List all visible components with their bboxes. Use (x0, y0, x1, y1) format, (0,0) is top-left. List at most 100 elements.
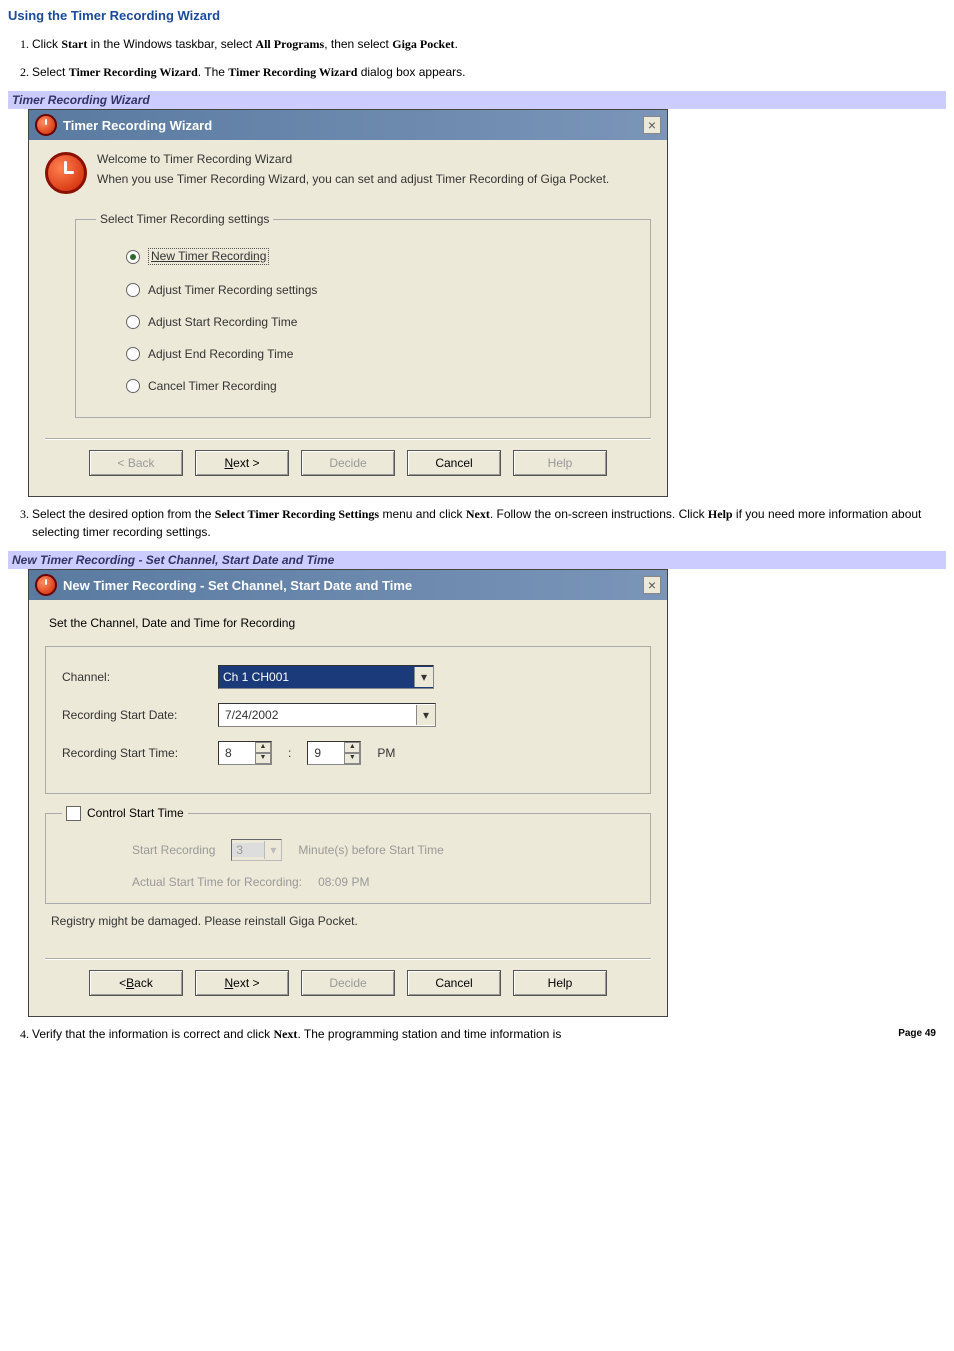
spin-down-icon[interactable]: ▼ (344, 753, 360, 764)
dialog-timer-recording-wizard: Timer Recording Wizard × Welcome to Time… (28, 109, 668, 497)
minute-spinner[interactable]: 9 ▲▼ (307, 741, 361, 765)
radio-label: Adjust End Recording Time (148, 347, 293, 361)
spin-up-icon[interactable]: ▲ (255, 742, 271, 753)
hour-spinner[interactable]: 8 ▲▼ (218, 741, 272, 765)
figure-caption-2: New Timer Recording - Set Channel, Start… (8, 551, 946, 569)
dialog-title: Timer Recording Wizard (63, 118, 212, 133)
chevron-down-icon: ▾ (264, 841, 281, 859)
section-heading: Using the Timer Recording Wizard (8, 8, 946, 23)
minutes-before-suffix: Minute(s) before Start Time (298, 843, 443, 857)
text: dialog box appears. (357, 65, 465, 79)
back-button: < Back (89, 450, 183, 476)
steps-list: Click Start in the Windows taskbar, sele… (32, 35, 946, 81)
text-bold: Next (273, 1027, 297, 1041)
text-bold: Timer Recording Wizard (228, 65, 357, 79)
text-bold: Next (466, 507, 490, 521)
help-button[interactable]: Help (513, 970, 607, 996)
dialog-new-timer-recording: New Timer Recording - Set Channel, Start… (28, 569, 668, 1017)
dialog-subtitle: Set the Channel, Date and Time for Recor… (49, 616, 651, 630)
next-button[interactable]: Next > (195, 450, 289, 476)
dialog-title: New Timer Recording - Set Channel, Start… (63, 578, 412, 593)
text: Click (32, 37, 61, 51)
status-message: Registry might be damaged. Please reinst… (51, 914, 645, 928)
text: . The programming station and time infor… (297, 1027, 561, 1041)
text-bold: Start (61, 37, 87, 51)
spin-up-icon[interactable]: ▲ (344, 742, 360, 753)
control-start-time-checkbox[interactable] (66, 806, 81, 821)
radio-icon[interactable] (126, 347, 140, 361)
radio-new-timer-recording[interactable]: New Timer Recording (126, 248, 630, 265)
separator (45, 438, 651, 440)
ampm-label: PM (377, 746, 395, 760)
step-3: Select the desired option from the Selec… (32, 505, 946, 541)
radio-icon[interactable] (126, 315, 140, 329)
radio-cancel-recording[interactable]: Cancel Timer Recording (126, 379, 630, 393)
time-colon: : (288, 746, 291, 760)
text: Select (32, 65, 69, 79)
cst-label: Control Start Time (87, 806, 184, 820)
separator (45, 958, 651, 960)
text: menu and click (379, 507, 466, 521)
minutes-before-value: 3 (232, 843, 264, 857)
text: . (455, 37, 458, 51)
group-legend: Select Timer Recording settings (96, 212, 273, 226)
radio-icon[interactable] (126, 379, 140, 393)
text: Select the desired option from the (32, 507, 215, 521)
back-button[interactable]: < Back (89, 970, 183, 996)
start-date-value: 7/24/2002 (225, 708, 278, 722)
title-bar: New Timer Recording - Set Channel, Start… (29, 570, 667, 600)
text-bold: Select Timer Recording Settings (215, 507, 379, 521)
control-start-time-legend: Control Start Time (62, 806, 188, 821)
text: . Follow the on-screen instructions. Cli… (490, 507, 708, 521)
radio-label: New Timer Recording (148, 248, 269, 265)
page-number: Page 49 (898, 1028, 936, 1039)
next-button[interactable]: Next > (195, 970, 289, 996)
step-1: Click Start in the Windows taskbar, sele… (32, 35, 946, 53)
welcome-text-2: When you use Timer Recording Wizard, you… (97, 172, 609, 186)
radio-adjust-settings[interactable]: Adjust Timer Recording settings (126, 283, 630, 297)
channel-value: Ch 1 CH001 (223, 670, 289, 684)
clock-icon (35, 574, 57, 596)
spin-down-icon[interactable]: ▼ (255, 753, 271, 764)
figure-caption-1: Timer Recording Wizard (8, 91, 946, 109)
actual-start-label: Actual Start Time for Recording: (132, 875, 302, 889)
radio-adjust-start-time[interactable]: Adjust Start Recording Time (126, 315, 630, 329)
text: in the Windows taskbar, select (87, 37, 255, 51)
radio-label: Cancel Timer Recording (148, 379, 277, 393)
help-button: Help (513, 450, 607, 476)
cancel-button[interactable]: Cancel (407, 450, 501, 476)
chevron-down-icon[interactable]: ▾ (416, 705, 435, 725)
start-time-label: Recording Start Time: (62, 746, 202, 760)
clock-icon (35, 114, 57, 136)
text: , then select (324, 37, 392, 51)
clock-icon (45, 152, 87, 194)
chevron-down-icon[interactable]: ▾ (414, 667, 433, 687)
start-recording-label: Start Recording (132, 843, 215, 857)
steps-list-cont2: Verify that the information is correct a… (32, 1025, 946, 1043)
start-date-picker[interactable]: 7/24/2002 ▾ (218, 703, 436, 727)
start-date-label: Recording Start Date: (62, 708, 202, 722)
text-bold: All Programs (255, 37, 324, 51)
welcome-text-1: Welcome to Timer Recording Wizard (97, 152, 609, 166)
radio-label: Adjust Timer Recording settings (148, 283, 317, 297)
radio-adjust-end-time[interactable]: Adjust End Recording Time (126, 347, 630, 361)
hour-value: 8 (225, 746, 232, 760)
close-icon[interactable]: × (643, 116, 661, 134)
channel-label: Channel: (62, 670, 202, 684)
close-icon[interactable]: × (643, 576, 661, 594)
text-bold: Giga Pocket (392, 37, 454, 51)
select-settings-group: Select Timer Recording settings New Time… (75, 212, 651, 418)
actual-start-value: 08:09 PM (318, 875, 369, 889)
text-bold: Help (708, 507, 733, 521)
minute-value: 9 (314, 746, 321, 760)
radio-icon[interactable] (126, 250, 140, 264)
step-4: Verify that the information is correct a… (32, 1025, 946, 1043)
radio-label: Adjust Start Recording Time (148, 315, 297, 329)
minutes-before-dropdown: 3 ▾ (231, 839, 282, 861)
title-bar: Timer Recording Wizard × (29, 110, 667, 140)
channel-dropdown[interactable]: Ch 1 CH001 ▾ (218, 665, 434, 689)
control-start-time-group: Control Start Time Start Recording 3 ▾ M… (45, 806, 651, 904)
cancel-button[interactable]: Cancel (407, 970, 501, 996)
radio-icon[interactable] (126, 283, 140, 297)
channel-date-time-group: Channel: Ch 1 CH001 ▾ Recording Start Da… (45, 646, 651, 794)
